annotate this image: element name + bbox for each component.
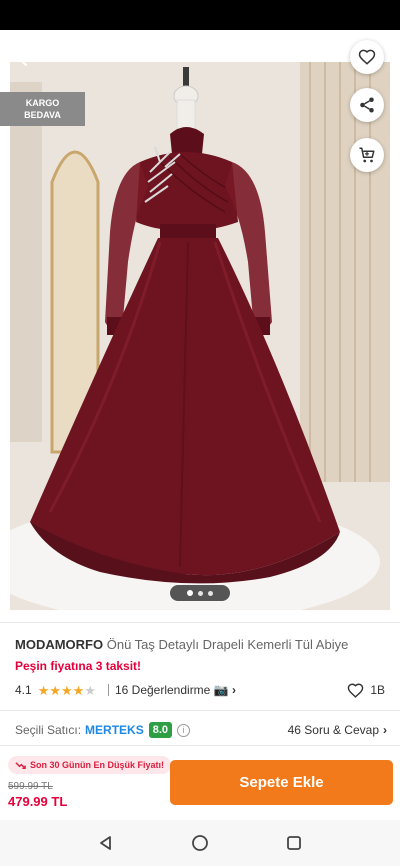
current-price: 479.99 TL: [8, 794, 68, 809]
seller-name[interactable]: MERTEKS: [85, 723, 144, 737]
star-icon: ★: [49, 682, 61, 698]
lowest-price-text: Son 30 Günün En Düşük Fiyatı!: [30, 760, 165, 770]
gallery-pagination[interactable]: [170, 585, 230, 601]
status-bar: [0, 0, 400, 30]
divider: [0, 710, 400, 711]
chevron-right-icon: ›: [383, 723, 387, 737]
product-title: MODAMORFO Önü Taş Detaylı Drapeli Kemerl…: [15, 636, 390, 653]
favorites-count: 1B: [370, 683, 385, 697]
separator: [107, 684, 109, 696]
chevron-right-icon: ›: [232, 683, 236, 697]
qa-count: 46 Soru & Cevap: [287, 723, 379, 737]
gallery-dot[interactable]: [208, 590, 213, 596]
cart-button[interactable]: [350, 138, 384, 172]
rating-row: 4.1 ★ ★ ★ ★ ★ 16 Değerlendirme 📷 › 1B: [15, 681, 385, 699]
nav-back-icon[interactable]: [98, 835, 114, 851]
gallery-dot[interactable]: [198, 590, 203, 596]
old-price: 599.99 TL: [8, 781, 53, 792]
dress-illustration: [10, 62, 390, 610]
qa-link[interactable]: 46 Soru & Cevap ›: [288, 723, 387, 737]
free-shipping-badge: KARGO BEDAVA: [0, 92, 85, 126]
bottom-action-bar: Son 30 Günün En Düşük Fiyatı! 599.99 TL …: [0, 745, 400, 819]
share-icon: [360, 97, 374, 113]
back-arrow-icon: [19, 52, 35, 66]
product-name: Önü Taş Detaylı Drapeli Kemerli Tül Abiy…: [106, 637, 349, 652]
nav-home-icon[interactable]: [191, 834, 209, 852]
heart-icon: [358, 49, 376, 65]
system-nav-bar: [0, 820, 400, 866]
free-shipping-line1: KARGO: [25, 98, 60, 108]
product-photo[interactable]: [10, 62, 390, 610]
add-to-cart-button[interactable]: Sepete Ekle: [170, 760, 393, 805]
back-button[interactable]: [12, 44, 42, 74]
info-icon[interactable]: i: [177, 723, 190, 737]
cart-icon: [359, 147, 375, 163]
rating-value: 4.1: [15, 683, 32, 697]
star-icon: ★: [72, 682, 85, 698]
star-empty-icon: ★: [84, 682, 96, 698]
seller-score-badge: 8.0: [148, 722, 172, 738]
reviews-count: 16 Değerlendirme: [114, 683, 211, 697]
star-icon: ★: [61, 682, 73, 698]
star-icon: ★: [37, 682, 50, 698]
free-shipping-line2: BEDAVA: [24, 110, 61, 120]
nav-recents-icon[interactable]: [286, 835, 302, 851]
rating-stars: ★ ★ ★ ★ ★: [38, 684, 96, 697]
lowest-price-badge: Son 30 Günün En Düşük Fiyatı!: [8, 756, 172, 774]
seller-label: Seçili Satıcı:: [15, 723, 82, 737]
gallery-dot[interactable]: [187, 590, 193, 596]
product-image-gallery[interactable]: KARGO BEDAVA: [0, 30, 400, 610]
brand-name[interactable]: MODAMORFO: [15, 637, 103, 652]
favorite-button[interactable]: [350, 40, 384, 74]
trend-down-icon: [15, 761, 26, 769]
seller-row: Seçili Satıcı: MERTEKS 8.0 i 46 Soru & C…: [15, 721, 387, 739]
installment-text: Peşin fiyatına 3 taksit!: [15, 659, 142, 673]
favorites-count-area[interactable]: 1B: [347, 682, 385, 699]
heart-icon: [348, 683, 364, 698]
divider: [0, 622, 400, 623]
share-button[interactable]: [350, 88, 384, 122]
reviews-link[interactable]: 16 Değerlendirme 📷 ›: [115, 683, 236, 697]
camera-icon: 📷: [213, 683, 229, 697]
